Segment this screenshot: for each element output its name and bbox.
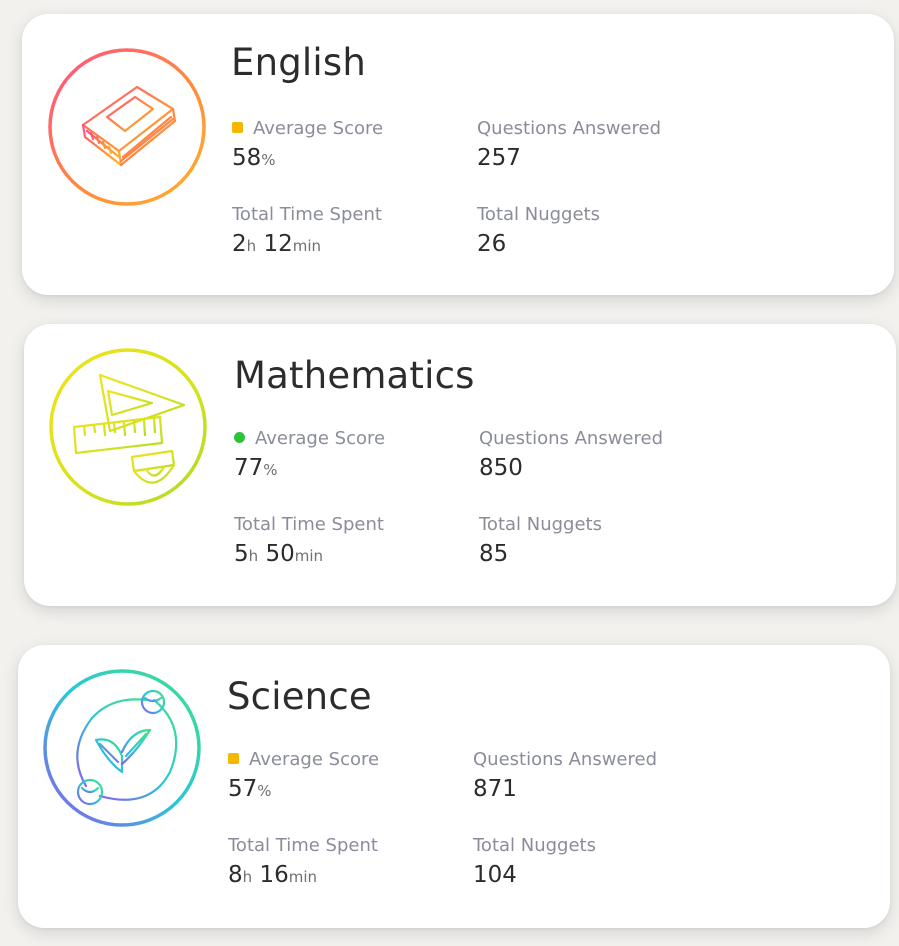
average-score-label: Average Score [253, 118, 384, 139]
subject-title: Mathematics [234, 354, 475, 397]
total-time-stat: Total Time Spent 2h 12min [232, 204, 382, 261]
average-score-label: Average Score [249, 749, 380, 770]
average-score-stat: Average Score 57% [228, 749, 379, 806]
total-time-label: Total Time Spent [232, 204, 382, 225]
questions-answered-label: Questions Answered [473, 749, 658, 770]
average-score-value: 57% [228, 776, 272, 802]
total-nuggets-value: 104 [473, 862, 517, 888]
total-nuggets-value: 85 [479, 541, 509, 567]
questions-answered-stat: Questions Answered 257 [477, 118, 661, 173]
subject-card-english[interactable]: English Average Score 58% Questions Answ… [22, 14, 894, 295]
total-nuggets-label: Total Nuggets [477, 204, 600, 225]
total-time-value: 2h 12min [232, 231, 322, 257]
geometry-tools-icon [48, 347, 208, 507]
total-time-stat: Total Time Spent 5h 50min [234, 514, 384, 571]
total-time-stat: Total Time Spent 8h 16min [228, 835, 378, 892]
total-nuggets-value: 26 [477, 231, 507, 257]
total-nuggets-stat: Total Nuggets 26 [477, 204, 600, 259]
total-time-label: Total Time Spent [228, 835, 378, 856]
average-score-value: 77% [234, 455, 278, 481]
total-time-label: Total Time Spent [234, 514, 384, 535]
subject-card-science[interactable]: Science Average Score 57% Questions Answ… [18, 645, 890, 928]
average-score-label: Average Score [255, 428, 386, 449]
subject-card-mathematics[interactable]: Mathematics Average Score 77% Questions … [24, 324, 896, 606]
total-nuggets-label: Total Nuggets [479, 514, 602, 535]
score-status-indicator [228, 753, 239, 764]
score-status-indicator [232, 122, 243, 133]
plant-icon [42, 668, 202, 828]
questions-answered-value: 871 [473, 776, 517, 802]
score-status-indicator [234, 432, 245, 443]
questions-answered-stat: Questions Answered 850 [479, 428, 663, 483]
total-time-value: 8h 16min [228, 862, 318, 888]
average-score-stat: Average Score 77% [234, 428, 385, 485]
questions-answered-label: Questions Answered [479, 428, 664, 449]
total-nuggets-label: Total Nuggets [473, 835, 596, 856]
average-score-stat: Average Score 58% [232, 118, 383, 175]
book-icon [47, 47, 207, 207]
questions-answered-stat: Questions Answered 871 [473, 749, 657, 804]
subject-title: Science [227, 675, 372, 718]
total-nuggets-stat: Total Nuggets 85 [479, 514, 602, 569]
questions-answered-value: 850 [479, 455, 523, 481]
questions-answered-value: 257 [477, 145, 521, 171]
total-nuggets-stat: Total Nuggets 104 [473, 835, 596, 890]
total-time-value: 5h 50min [234, 541, 324, 567]
subject-title: English [231, 41, 367, 84]
average-score-value: 58% [232, 145, 276, 171]
questions-answered-label: Questions Answered [477, 118, 662, 139]
